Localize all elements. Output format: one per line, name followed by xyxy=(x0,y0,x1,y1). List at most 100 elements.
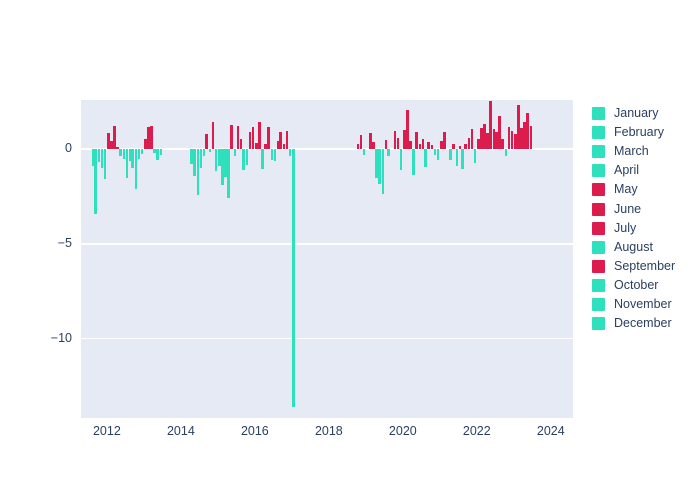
legend-item-september[interactable]: September xyxy=(592,257,675,276)
bar xyxy=(372,141,375,150)
legend-swatch-icon xyxy=(592,317,605,331)
bar xyxy=(461,149,465,170)
legend-item-label: March xyxy=(614,144,649,159)
bar xyxy=(359,135,363,150)
bar xyxy=(140,149,144,154)
bar xyxy=(156,149,159,160)
bar xyxy=(214,149,218,171)
bar xyxy=(405,110,409,150)
bar xyxy=(119,149,122,156)
bar xyxy=(489,100,492,150)
bar xyxy=(501,138,504,150)
legend-item-label: December xyxy=(614,316,672,331)
bar xyxy=(242,149,246,171)
bar xyxy=(230,124,233,150)
bar xyxy=(221,149,224,186)
bar xyxy=(368,133,372,150)
bar xyxy=(251,126,255,150)
bar xyxy=(288,149,292,156)
y-tick-label: −5 xyxy=(57,235,72,250)
legend-item-label: July xyxy=(614,220,637,235)
bar xyxy=(94,149,98,214)
bar xyxy=(267,126,270,150)
bar xyxy=(526,113,529,150)
bar xyxy=(516,104,520,150)
x-tick-label: 2018 xyxy=(314,424,343,438)
bar xyxy=(452,143,455,150)
bar xyxy=(424,149,428,168)
bar xyxy=(103,149,107,180)
bar xyxy=(110,140,113,150)
bar xyxy=(415,132,418,150)
bar xyxy=(378,149,381,185)
bar xyxy=(387,149,391,156)
legend-item-march[interactable]: March xyxy=(592,142,675,161)
legend-swatch-icon xyxy=(592,259,605,273)
bar xyxy=(150,125,153,150)
x-tick-label: 2022 xyxy=(462,424,491,438)
legend-item-label: April xyxy=(614,163,640,178)
legend-swatch-icon xyxy=(592,145,605,159)
legend-item-january[interactable]: January xyxy=(592,104,675,123)
legend-item-june[interactable]: June xyxy=(592,199,675,218)
legend-swatch-icon xyxy=(592,183,605,197)
bar xyxy=(193,149,196,176)
bar xyxy=(131,149,135,169)
bar xyxy=(504,149,508,156)
bar xyxy=(147,127,150,150)
bar xyxy=(113,125,116,150)
legend-swatch-icon xyxy=(592,297,605,311)
bar xyxy=(421,138,425,150)
bar xyxy=(227,149,230,199)
legend-item-december[interactable]: December xyxy=(592,314,675,333)
legend-swatch-icon xyxy=(592,278,605,292)
legend-item-label: September xyxy=(614,258,676,273)
x-tick-label: 2024 xyxy=(536,424,565,438)
bar xyxy=(436,149,440,160)
legend-item-april[interactable]: April xyxy=(592,161,675,180)
legend-item-november[interactable]: November xyxy=(592,295,675,314)
legend-item-august[interactable]: August xyxy=(592,238,675,257)
bar xyxy=(261,149,264,170)
bar xyxy=(292,149,295,407)
bar xyxy=(258,121,261,150)
legend: January February March April May June July Augu… xyxy=(592,104,675,333)
bar xyxy=(362,149,366,155)
bar xyxy=(208,149,212,153)
bar xyxy=(427,141,431,150)
legend-item-october[interactable]: October xyxy=(592,276,675,295)
x-tick-label: 2020 xyxy=(388,424,417,438)
bar xyxy=(245,149,249,166)
legend-item-label: November xyxy=(614,296,672,311)
bar xyxy=(381,149,385,194)
y-tick-label: −10 xyxy=(50,330,72,345)
bar xyxy=(159,149,163,155)
bar xyxy=(211,121,215,150)
legend-item-label: January xyxy=(614,106,659,121)
legend-swatch-icon xyxy=(592,240,605,254)
bar xyxy=(510,131,514,150)
bar-series-group xyxy=(81,100,573,418)
legend-item-july[interactable]: July xyxy=(592,219,675,238)
bar xyxy=(202,149,206,156)
legend-item-label: October xyxy=(614,277,659,292)
legend-swatch-icon xyxy=(592,107,605,121)
legend-swatch-icon xyxy=(592,164,605,178)
bar-chart: 0 −5 −10 2012 2014 2016 2018 2020 2022 2024 Janu… xyxy=(0,0,700,500)
bar xyxy=(205,134,209,150)
legend-swatch-icon xyxy=(592,202,605,216)
bar xyxy=(529,125,533,150)
legend-item-label: February xyxy=(614,125,665,140)
legend-item-may[interactable]: May xyxy=(592,180,675,199)
legend-item-label: May xyxy=(614,182,638,197)
bar xyxy=(449,149,452,160)
legend-item-february[interactable]: February xyxy=(592,123,675,142)
bar xyxy=(464,144,467,150)
x-tick-label: 2014 xyxy=(166,424,195,438)
bar xyxy=(384,139,388,150)
bar xyxy=(239,138,243,150)
bar xyxy=(399,149,403,171)
legend-swatch-icon xyxy=(592,221,605,235)
bar xyxy=(409,140,412,150)
bar xyxy=(412,149,415,175)
